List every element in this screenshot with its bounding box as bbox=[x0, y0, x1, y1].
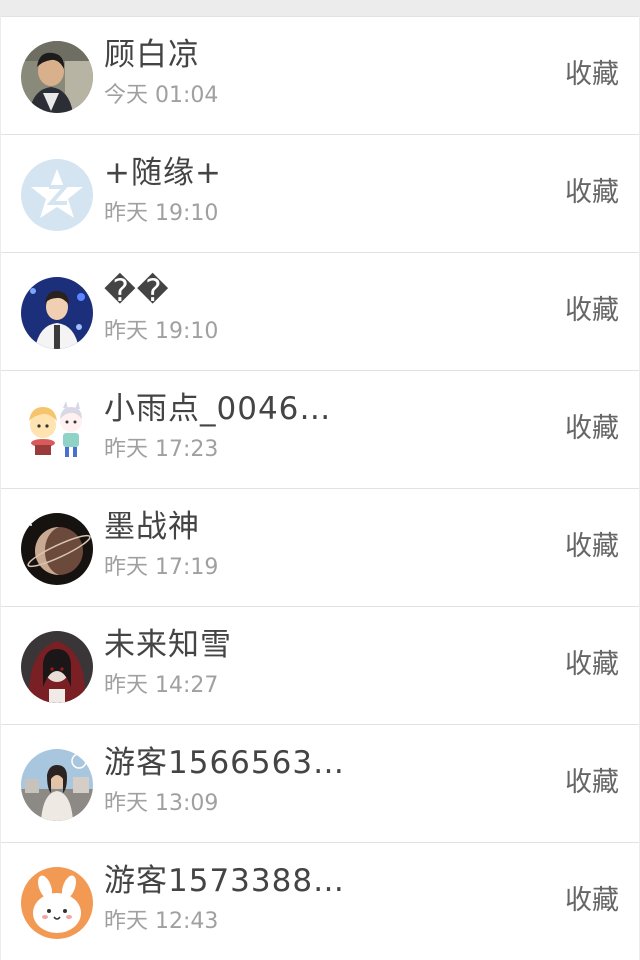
favorite-button[interactable]: 收藏 bbox=[565, 57, 619, 93]
favorite-button[interactable]: 收藏 bbox=[565, 765, 619, 801]
avatar-boy-stage-icon[interactable] bbox=[21, 277, 93, 349]
visitor-name: 游客1566563… bbox=[104, 745, 346, 781]
list-item[interactable]: 墨战神 昨天 17:19 收藏 bbox=[1, 488, 639, 606]
visit-time: 今天 01:04 bbox=[104, 83, 219, 108]
visitor-name: 墨战神 bbox=[104, 509, 200, 545]
visitor-name: 小雨点_0046… bbox=[104, 391, 332, 427]
favorite-button[interactable]: 收藏 bbox=[565, 647, 619, 683]
visit-time: 昨天 19:10 bbox=[104, 201, 219, 226]
list-item[interactable]: +随缘+ 昨天 19:10 收藏 bbox=[1, 134, 639, 252]
avatar-planet-icon[interactable] bbox=[21, 513, 93, 585]
favorite-button[interactable]: 收藏 bbox=[565, 529, 619, 565]
visitor-name: �� bbox=[104, 273, 170, 309]
avatar-red-hood-icon[interactable] bbox=[21, 631, 93, 703]
visit-time: 昨天 19:10 bbox=[104, 319, 219, 344]
visit-time: 昨天 13:09 bbox=[104, 791, 219, 816]
visit-time: 昨天 17:19 bbox=[104, 555, 219, 580]
list-item[interactable]: 未来知雪 昨天 14:27 收藏 bbox=[1, 606, 639, 724]
visitor-name: 未来知雪 bbox=[104, 627, 232, 663]
list-item[interactable]: �� 昨天 19:10 收藏 bbox=[1, 252, 639, 370]
visitor-list: 顾白凉 今天 01:04 收藏 +随缘+ 昨天 19:10 收藏 �� 昨天 1… bbox=[1, 0, 639, 960]
visitor-name: 顾白凉 bbox=[104, 37, 200, 73]
visit-time: 昨天 12:43 bbox=[104, 909, 219, 934]
favorite-button[interactable]: 收藏 bbox=[565, 175, 619, 211]
avatar-cartoon-couple-icon[interactable] bbox=[21, 395, 93, 467]
favorite-button[interactable]: 收藏 bbox=[565, 293, 619, 329]
visit-time: 昨天 14:27 bbox=[104, 673, 219, 698]
avatar-city-street-icon[interactable] bbox=[21, 749, 93, 821]
favorite-button[interactable]: 收藏 bbox=[565, 411, 619, 447]
list-item[interactable]: 游客1566563… 昨天 13:09 收藏 bbox=[1, 724, 639, 842]
visit-time: 昨天 17:23 bbox=[104, 437, 219, 462]
avatar-boy-photo-icon[interactable] bbox=[21, 41, 93, 113]
favorite-button[interactable]: 收藏 bbox=[565, 883, 619, 919]
list-item[interactable]: 小雨点_0046… 昨天 17:23 收藏 bbox=[1, 370, 639, 488]
visitor-name: 游客1573388… bbox=[104, 863, 346, 899]
visitor-name: +随缘+ bbox=[104, 155, 222, 191]
avatar-cartoon-rabbit-icon[interactable] bbox=[21, 867, 93, 939]
qzone-default-avatar-icon[interactable] bbox=[21, 159, 93, 231]
list-item[interactable]: 游客1573388… 昨天 12:43 收藏 bbox=[1, 842, 639, 960]
list-item[interactable]: 顾白凉 今天 01:04 收藏 bbox=[1, 16, 639, 134]
